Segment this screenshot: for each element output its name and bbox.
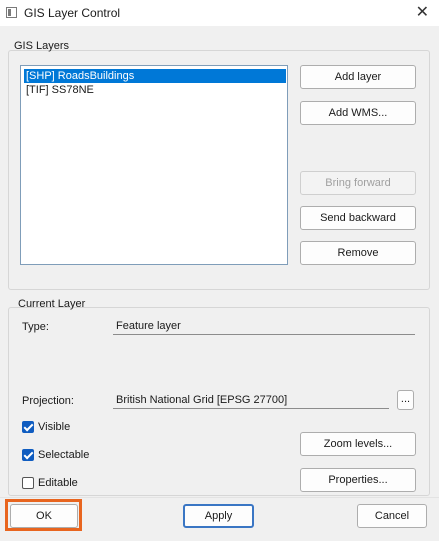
gis-layers-label: GIS Layers [14, 40, 70, 52]
bring-forward-button[interactable]: Bring forward [300, 171, 416, 195]
window-icon [6, 7, 17, 18]
editable-label: Editable [38, 477, 78, 489]
window-title: GIS Layer Control [24, 6, 121, 20]
type-label: Type: [22, 321, 49, 333]
selectable-checkbox[interactable] [22, 449, 34, 461]
projection-value: British National Grid [EPSG 27700] [113, 391, 389, 409]
list-item[interactable]: [SHP] RoadsBuildings [24, 69, 286, 83]
zoom-levels-button[interactable]: Zoom levels... [300, 432, 416, 456]
ok-highlight-box [5, 499, 82, 531]
visible-label: Visible [38, 421, 71, 433]
type-value: Feature layer [113, 317, 415, 335]
remove-button[interactable]: Remove [300, 241, 416, 265]
title-bar: GIS Layer Control ✕ [0, 0, 439, 26]
current-layer-label: Current Layer [18, 298, 86, 310]
projection-browse-button[interactable]: ... [397, 390, 414, 410]
layer-list[interactable]: [SHP] RoadsBuildings [TIF] SS78NE [20, 65, 288, 265]
visible-checkbox[interactable] [22, 421, 34, 433]
close-icon[interactable]: ✕ [416, 2, 429, 22]
apply-button[interactable]: Apply [183, 504, 254, 528]
footer-divider [0, 497, 439, 498]
add-layer-button[interactable]: Add layer [300, 65, 416, 89]
add-wms-button[interactable]: Add WMS... [300, 101, 416, 125]
list-item[interactable]: [TIF] SS78NE [24, 83, 96, 97]
cancel-button[interactable]: Cancel [357, 504, 427, 528]
editable-checkbox[interactable] [22, 477, 34, 489]
send-backward-button[interactable]: Send backward [300, 206, 416, 230]
projection-label: Projection: [22, 395, 74, 407]
properties-button[interactable]: Properties... [300, 468, 416, 492]
selectable-label: Selectable [38, 449, 90, 461]
